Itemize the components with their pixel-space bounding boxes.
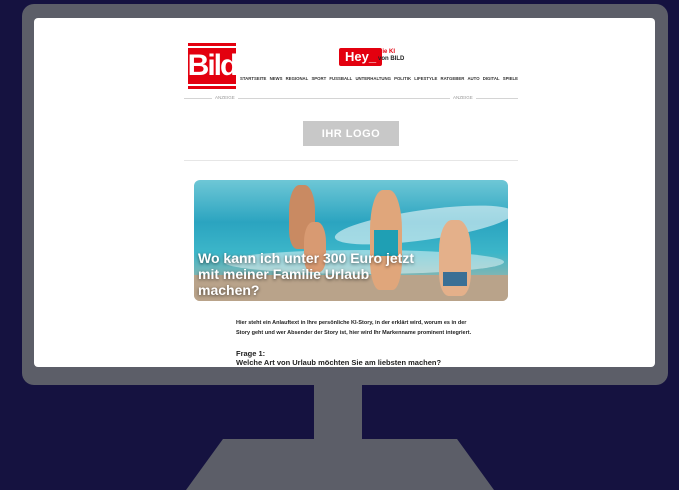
hey-subtitle-line2: von BILD: [378, 56, 405, 62]
monitor-stand: [186, 439, 494, 490]
hey-subtitle-line1: Die KI: [378, 49, 396, 55]
question-label: Frage 1:: [236, 349, 266, 358]
nav-item-news[interactable]: NEWS: [270, 76, 283, 81]
hero-image[interactable]: Wo kann ich unter 300 Euro jetzt mit mei…: [194, 180, 508, 301]
ad-label-left: ANZEIGE: [212, 95, 238, 100]
nav-item-regional[interactable]: REGIONAL: [286, 76, 309, 81]
nav-item-lifestyle[interactable]: LIFESTYLE: [414, 76, 437, 81]
hey-subtitle: Die KI von BILD: [378, 49, 418, 63]
section-divider: [184, 160, 518, 161]
ad-label-right: ANZEIGE: [450, 95, 476, 100]
nav-item-spiele[interactable]: SPIELE: [503, 76, 518, 81]
nav-item-startseite[interactable]: STARTSEITE: [240, 76, 266, 81]
nav-item-fussball[interactable]: FUSSBALL: [329, 76, 352, 81]
hey-logo[interactable]: Hey_: [339, 48, 383, 66]
ad-logo-placeholder[interactable]: IHR LOGO: [303, 121, 399, 146]
question-text: Welche Art von Urlaub möchten Sie am lie…: [236, 358, 442, 367]
bild-logo-text: Bild: [183, 46, 241, 86]
nav-item-auto[interactable]: AUTO: [467, 76, 479, 81]
story-title: Wo kann ich unter 300 Euro jetzt mit mei…: [198, 250, 415, 298]
main-nav: STARTSEITE NEWS REGIONAL SPORT FUSSBALL …: [240, 76, 518, 81]
monitor-frame: Bild Hey_ Die KI von BILD STARTSEITE NEW…: [22, 4, 668, 385]
nav-item-unterhaltung[interactable]: UNTERHALTUNG: [355, 76, 391, 81]
story-intro: Hier steht ein Anlauftext in Ihre persön…: [236, 319, 472, 336]
wave-shape: [332, 197, 508, 253]
article-page: Bild Hey_ Die KI von BILD STARTSEITE NEW…: [183, 18, 518, 367]
monitor-screen: Bild Hey_ Die KI von BILD STARTSEITE NEW…: [34, 18, 655, 367]
boy-figure: [439, 220, 471, 296]
nav-item-sport[interactable]: SPORT: [311, 76, 326, 81]
nav-item-ratgeber[interactable]: RATGEBER: [441, 76, 465, 81]
nav-item-politik[interactable]: POLITIK: [394, 76, 411, 81]
nav-item-digital[interactable]: DIGITAL: [483, 76, 500, 81]
monitor-neck: [314, 385, 362, 439]
bild-logo[interactable]: Bild: [183, 43, 241, 89]
shorts-shape: [443, 272, 467, 286]
